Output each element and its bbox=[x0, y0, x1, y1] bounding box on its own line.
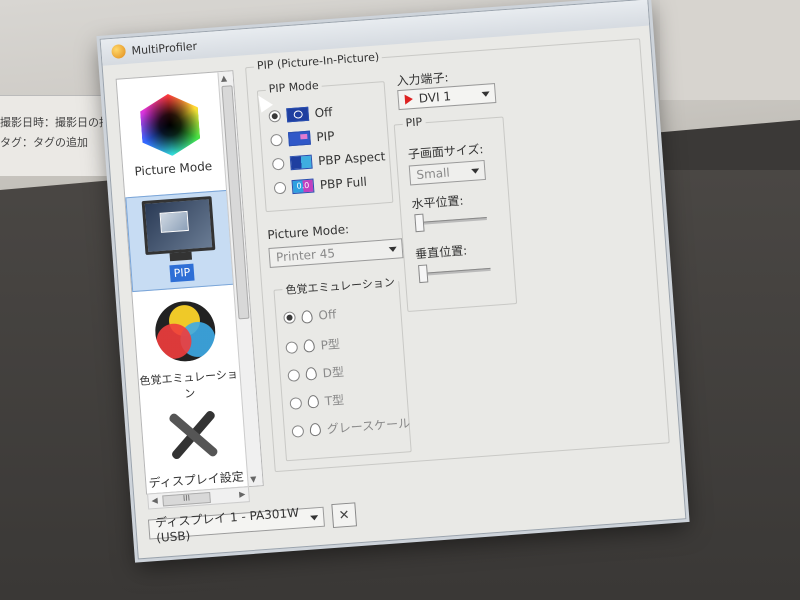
app-icon bbox=[111, 43, 127, 59]
chevron-down-icon bbox=[471, 168, 480, 174]
drop-icon bbox=[307, 394, 320, 409]
scroll-left-icon[interactable]: ◀ bbox=[151, 496, 158, 505]
chevron-down-icon bbox=[481, 91, 490, 97]
sidebar-item-display-settings[interactable]: ディスプレイ設定 bbox=[141, 401, 247, 491]
pbp-aspect-icon bbox=[289, 154, 313, 171]
tools-icon: ✕ bbox=[338, 507, 351, 524]
multiprofiler-window: MultiProfiler Picture Mode PIP 色覚エミュレーショ… bbox=[99, 0, 687, 560]
pip-group-title: PIP (Picture-In-Picture) bbox=[253, 50, 383, 73]
tools-icon bbox=[163, 403, 223, 467]
scroll-up-icon[interactable]: ▲ bbox=[221, 74, 228, 83]
radio-label: Off bbox=[314, 105, 333, 121]
radio-button[interactable] bbox=[271, 157, 285, 171]
radio-button[interactable] bbox=[291, 424, 305, 438]
drop-icon bbox=[309, 422, 322, 437]
scroll-down-icon[interactable]: ▼ bbox=[250, 475, 257, 484]
sidebar-item-picture-mode[interactable]: Picture Mode bbox=[118, 90, 224, 179]
chevron-down-icon bbox=[310, 515, 319, 521]
sidebar-item-label: 色覚エミュレーション bbox=[139, 367, 239, 401]
sub-size-value: Small bbox=[415, 165, 451, 182]
radio-button[interactable] bbox=[285, 340, 299, 354]
horizontal-scrollbar-thumb[interactable]: III bbox=[162, 491, 211, 507]
color-vision-icon bbox=[153, 299, 218, 364]
sidebar-item-color-vision[interactable]: 色覚エミュレーション bbox=[133, 298, 240, 405]
radio-button[interactable] bbox=[273, 181, 287, 195]
color-hexagon-icon bbox=[139, 92, 201, 158]
chevron-down-icon bbox=[388, 246, 398, 253]
radio-label: Off bbox=[317, 307, 337, 323]
radio-label: D型 bbox=[322, 364, 345, 381]
sidebar: Picture Mode PIP 色覚エミュレーション ディスプレイ設定 ▲ ▼… bbox=[115, 70, 264, 510]
pip-icon bbox=[287, 130, 311, 147]
radio-button[interactable] bbox=[287, 368, 301, 382]
drop-icon bbox=[301, 309, 313, 324]
sidebar-item-label: PIP bbox=[169, 263, 195, 283]
sidebar-item-pip[interactable]: PIP bbox=[125, 189, 234, 293]
drop-icon bbox=[305, 366, 318, 381]
v-position-slider-thumb[interactable] bbox=[418, 264, 429, 284]
background-line-1: 撮影日時：撮影日の指定 bbox=[0, 116, 121, 129]
radio-label: PIP bbox=[315, 128, 335, 145]
display-select[interactable]: ディスプレイ 1 - PA301W (USB) bbox=[147, 505, 325, 545]
pbp-full-icon: 0.0 bbox=[291, 178, 315, 195]
picture-mode-value: Printer 45 bbox=[275, 246, 336, 265]
pip-off-icon bbox=[286, 106, 310, 123]
drop-icon bbox=[303, 338, 316, 353]
monitor-pip-icon bbox=[141, 196, 216, 256]
radio-label: P型 bbox=[320, 337, 341, 353]
radio-button[interactable] bbox=[283, 311, 296, 325]
arrow-right-icon bbox=[404, 94, 414, 105]
background-right-panel bbox=[660, 0, 800, 100]
background-line-2: タグ：タグの追加 bbox=[0, 136, 88, 149]
scroll-right-icon[interactable]: ▶ bbox=[239, 489, 246, 498]
pip-sub-title: PIP bbox=[402, 115, 426, 130]
radio-button[interactable] bbox=[289, 396, 303, 410]
radio-label: T型 bbox=[324, 392, 345, 409]
display-settings-button[interactable]: ✕ bbox=[331, 502, 358, 529]
pip-mode-title: PIP Mode bbox=[265, 78, 323, 96]
sidebar-item-label: Picture Mode bbox=[134, 158, 213, 179]
window-title: MultiProfiler bbox=[131, 39, 198, 58]
radio-button[interactable] bbox=[270, 133, 283, 147]
radio-button[interactable] bbox=[268, 109, 282, 123]
input-terminal-value: DVI 1 bbox=[418, 89, 452, 106]
h-position-slider-thumb[interactable] bbox=[414, 213, 425, 233]
display-select-value: ディスプレイ 1 - PA301W (USB) bbox=[154, 505, 300, 545]
